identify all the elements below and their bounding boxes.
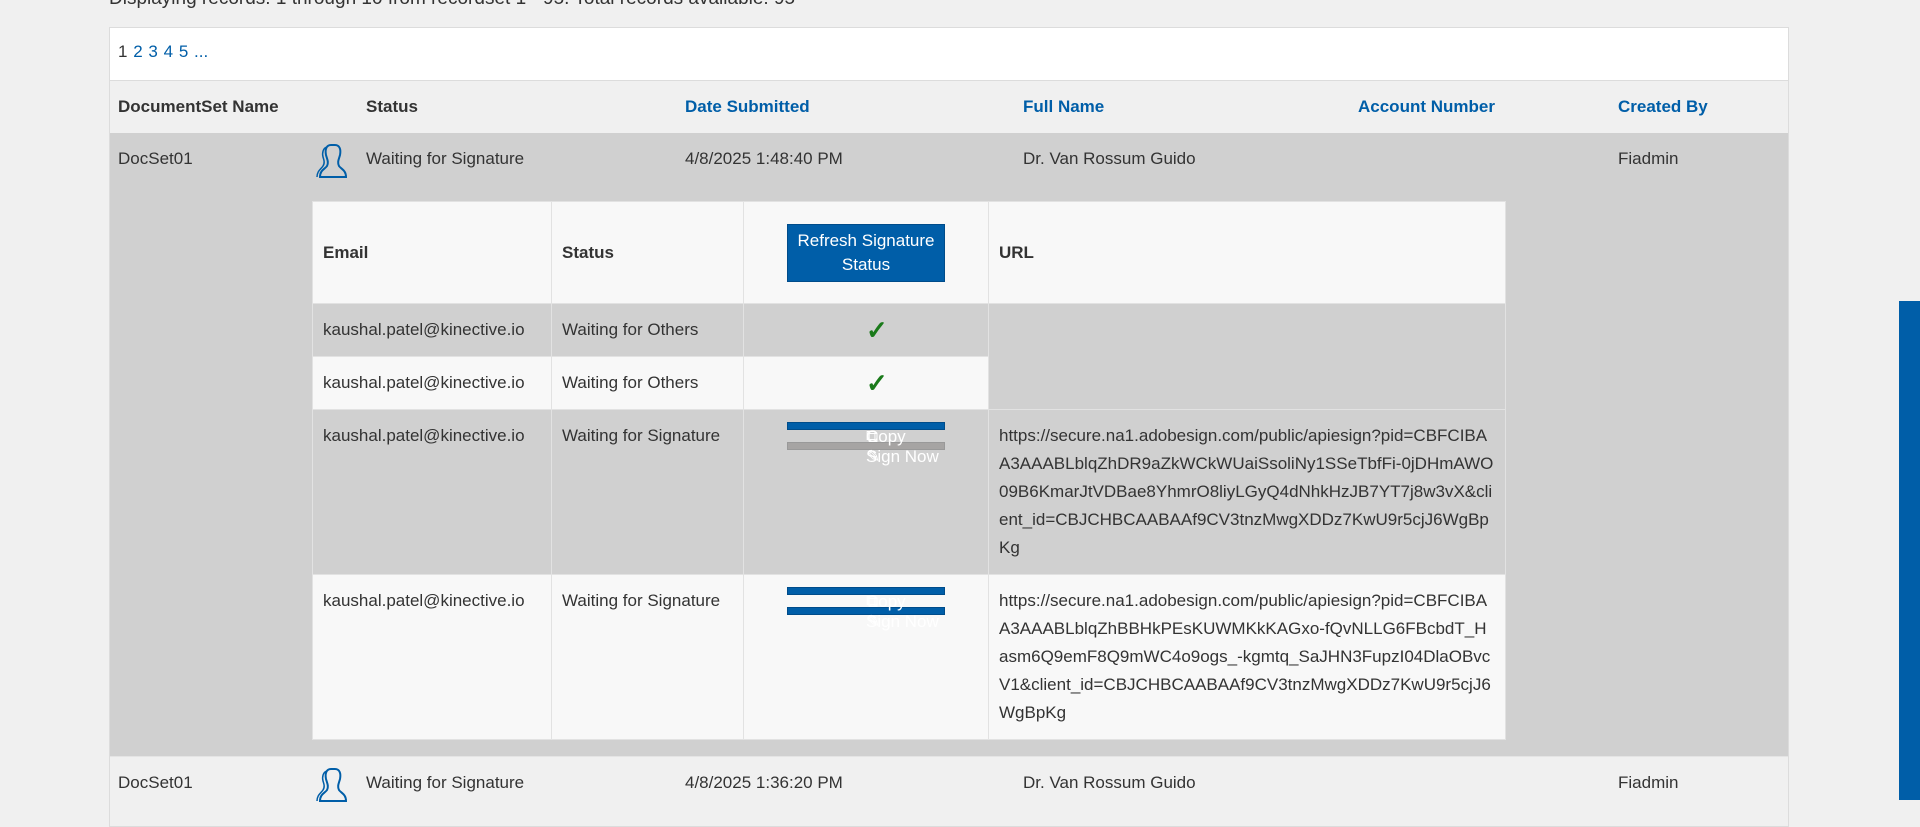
page-4[interactable]: 4	[164, 42, 173, 61]
pagination: 1 2 3 4 5 ...	[110, 28, 1788, 81]
header-date-sort[interactable]: Date Submitted	[685, 97, 810, 117]
signer-person-icon[interactable]	[313, 765, 353, 805]
signer-status: Waiting for Others	[552, 357, 744, 410]
signer-url: https://secure.na1.adobesign.com/public/…	[989, 575, 1506, 740]
table-row[interactable]: DocSet01 Waiting for Signature 4/8/2025 …	[110, 756, 1788, 816]
signer-row: kaushal.patel@kinective.io Waiting for O…	[313, 304, 1506, 357]
sign-now-label: Sign Now	[866, 611, 939, 633]
checkmark-icon: ✓	[866, 369, 888, 397]
signers-header-url: URL	[989, 202, 1506, 304]
signer-email: kaushal.patel@kinective.io	[313, 304, 552, 357]
page-2[interactable]: 2	[133, 42, 142, 61]
signers-table: Email Status Refresh Signature Status UR…	[312, 201, 1506, 740]
full-name: Dr. Van Rossum Guido	[1023, 149, 1196, 169]
date-submitted: 4/8/2025 1:48:40 PM	[685, 149, 843, 169]
signer-status: Waiting for Signature	[552, 410, 744, 575]
refresh-signature-status-button[interactable]: Refresh Signature Status	[787, 224, 945, 282]
signer-email: kaushal.patel@kinective.io	[313, 575, 552, 740]
signer-status: Waiting for Signature	[552, 575, 744, 740]
signer-row: kaushal.patel@kinective.io Waiting for S…	[313, 410, 1506, 575]
created-by: Fiadmin	[1618, 773, 1678, 793]
created-by: Fiadmin	[1618, 149, 1678, 169]
signer-email: kaushal.patel@kinective.io	[313, 357, 552, 410]
record-status: Waiting for Signature	[366, 149, 524, 169]
header-full-name-sort[interactable]: Full Name	[1023, 97, 1104, 117]
docset-name: DocSet01	[118, 773, 193, 793]
page-3[interactable]: 3	[148, 42, 157, 61]
copy-label: Copy	[866, 426, 906, 448]
signer-person-icon[interactable]	[313, 141, 353, 181]
checkmark-icon: ✓	[866, 316, 888, 344]
signer-url-empty	[989, 304, 1506, 410]
signers-header-email: Email	[313, 202, 552, 304]
page-more[interactable]: ...	[194, 42, 208, 61]
signer-row: kaushal.patel@kinective.io Waiting for S…	[313, 575, 1506, 740]
table-header: DocumentSet Name Status Date Submitted F…	[110, 81, 1788, 133]
records-grid: 1 2 3 4 5 ... DocumentSet Name Status Da…	[109, 27, 1789, 827]
docset-name: DocSet01	[118, 149, 193, 169]
date-submitted: 4/8/2025 1:36:20 PM	[685, 773, 843, 793]
record-status: Waiting for Signature	[366, 773, 524, 793]
full-name: Dr. Van Rossum Guido	[1023, 773, 1196, 793]
sign-now-label: Sign Now	[866, 446, 939, 468]
copy-link-button[interactable]: ⧉ Copy	[787, 587, 945, 595]
header-status: Status	[366, 97, 418, 117]
header-name: DocumentSet Name	[118, 97, 279, 117]
copy-link-button[interactable]: ⧉ Copy	[787, 422, 945, 430]
scrollbar-thumb[interactable]	[1899, 301, 1920, 800]
page-1[interactable]: 1	[118, 42, 127, 61]
signer-url: https://secure.na1.adobesign.com/public/…	[989, 410, 1506, 575]
signers-header-status: Status	[552, 202, 744, 304]
signer-email: kaushal.patel@kinective.io	[313, 410, 552, 575]
copy-label: Copy	[866, 591, 906, 613]
signer-status: Waiting for Others	[552, 304, 744, 357]
header-created-by-sort[interactable]: Created By	[1618, 97, 1708, 117]
header-account-sort[interactable]: Account Number	[1358, 97, 1495, 117]
table-row[interactable]: DocSet01 Waiting for Signature 4/8/2025 …	[110, 133, 1788, 756]
page-5[interactable]: 5	[179, 42, 188, 61]
records-summary: Displaying records: 1 through 10 from re…	[109, 0, 795, 10]
